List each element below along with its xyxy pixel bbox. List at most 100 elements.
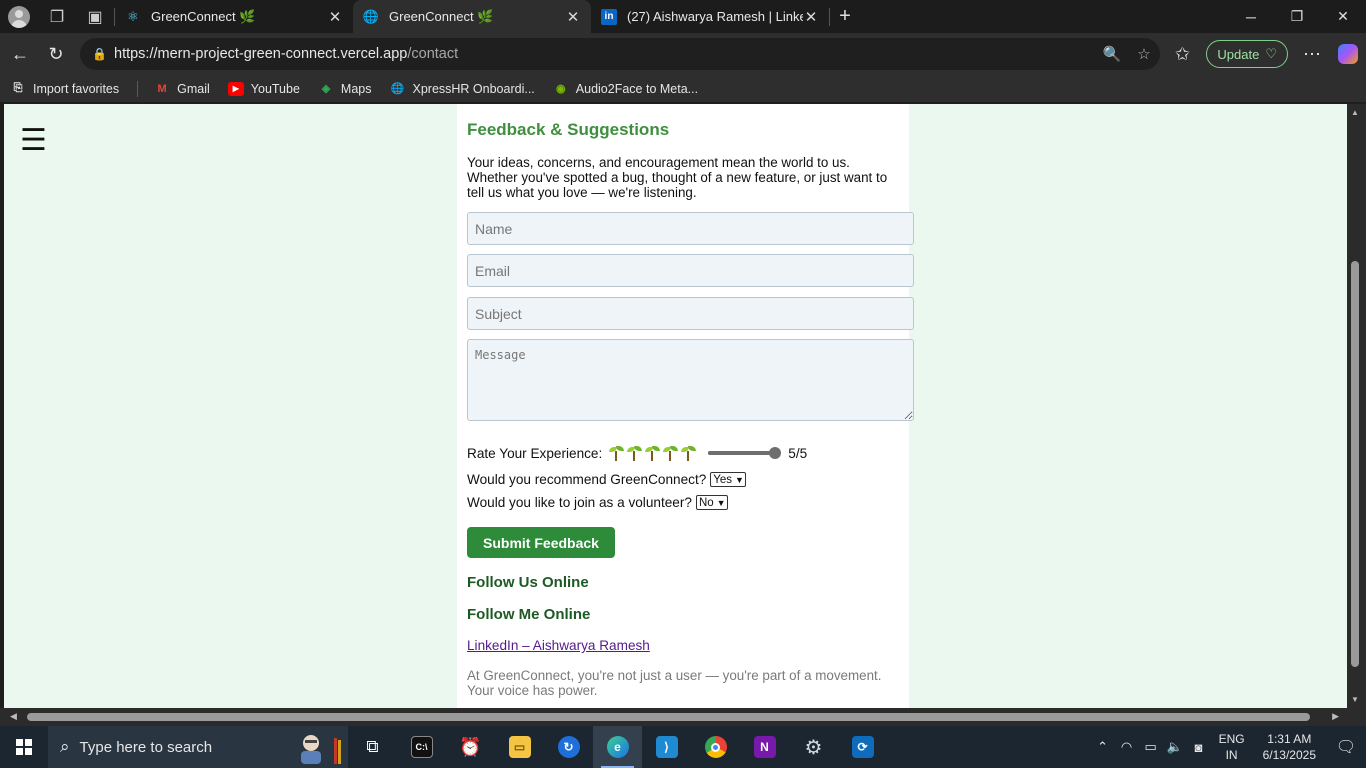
volunteer-label: Would you like to join as a volunteer?: [467, 495, 692, 510]
bookmark-xpresshr[interactable]: 🌐 XpressHR Onboardi...: [390, 82, 535, 96]
tab-greenconnect-1[interactable]: ⚛ GreenConnect 🌿 ✕: [115, 0, 353, 33]
feedback-card: Feedback & Suggestions Your ideas, conce…: [457, 104, 914, 708]
minimize-icon[interactable]: ─: [1228, 0, 1274, 33]
favorite-star-icon[interactable]: ☆: [1128, 45, 1160, 63]
feedback-heading: Feedback & Suggestions: [467, 120, 670, 139]
windows-logo-icon: [16, 739, 32, 755]
toolbar-right: ✩ Update ♡ ⋯: [1164, 33, 1366, 75]
profile-button[interactable]: [0, 0, 38, 33]
scroll-down-icon[interactable]: ▼: [1351, 695, 1359, 704]
vertical-scrollbar[interactable]: ▲ ▼: [1347, 104, 1366, 708]
search-icon: ⌕: [60, 737, 70, 756]
restore-icon[interactable]: ❐: [1274, 0, 1320, 33]
submit-feedback-button[interactable]: Submit Feedback: [467, 527, 615, 558]
remote-desktop-icon[interactable]: ⟳: [838, 726, 887, 768]
tab-actions-icon[interactable]: ▣: [76, 0, 114, 33]
scroll-right-icon[interactable]: ▶: [1332, 711, 1339, 722]
wifi-icon[interactable]: ◠: [1115, 739, 1139, 755]
tab-greenconnect-2[interactable]: 🌐 GreenConnect 🌿 ✕: [353, 0, 591, 33]
sprout-icon: [626, 445, 643, 461]
tab-linkedin[interactable]: in (27) Aishwarya Ramesh | LinkedIn ✕: [591, 0, 829, 33]
bookmark-divider: [137, 80, 139, 97]
sprout-icon: [644, 445, 661, 461]
new-tab-button[interactable]: +: [830, 5, 860, 28]
horizontal-scroll-thumb[interactable]: [27, 713, 1310, 721]
camera-icon[interactable]: ◙: [1187, 740, 1211, 755]
more-menu-icon[interactable]: ⋯: [1294, 38, 1330, 70]
chrome-icon[interactable]: [691, 726, 740, 768]
onenote-icon[interactable]: N: [740, 726, 789, 768]
file-explorer-icon[interactable]: ▭: [495, 726, 544, 768]
subject-input[interactable]: [467, 297, 914, 330]
name-input[interactable]: [467, 212, 914, 245]
start-button[interactable]: [0, 726, 48, 768]
navigation-bar: ← ↻ 🔒 https://mern-project-green-connect…: [0, 33, 1366, 75]
task-view-icon[interactable]: ⧉: [348, 726, 397, 768]
notifications-icon[interactable]: 🗨: [1326, 737, 1366, 757]
rating-slider[interactable]: [708, 445, 781, 461]
chevron-up-icon[interactable]: ⌃: [1091, 739, 1115, 755]
vscode-icon[interactable]: ⟩: [642, 726, 691, 768]
address-bar[interactable]: 🔒 https://mern-project-green-connect.ver…: [80, 38, 1160, 70]
settings-icon[interactable]: ⚙: [789, 726, 838, 768]
clock-time: 1:31 AM: [1267, 732, 1312, 746]
bookmark-gmail[interactable]: M Gmail: [154, 82, 210, 96]
bookmark-audio2face[interactable]: ◉ Audio2Face to Meta...: [553, 82, 698, 96]
tab-title: GreenConnect 🌿: [389, 8, 494, 24]
slider-thumb[interactable]: [768, 447, 781, 459]
vertical-scroll-thumb[interactable]: [1351, 261, 1359, 667]
edge-icon[interactable]: e: [593, 726, 642, 768]
email-input[interactable]: [467, 254, 914, 287]
taskbar-search[interactable]: ⌕ Type here to search: [48, 726, 348, 768]
language-indicator[interactable]: ENG IN: [1219, 731, 1245, 763]
rating-label: Rate Your Experience:: [467, 445, 603, 461]
bookmark-youtube[interactable]: ▶ YouTube: [227, 81, 300, 96]
close-tab-icon[interactable]: ✕: [327, 8, 343, 26]
gmail-icon: M: [157, 82, 167, 95]
close-tab-icon[interactable]: ✕: [803, 8, 819, 26]
favorites-icon[interactable]: ✩: [1164, 38, 1200, 70]
url-path: /contact: [407, 46, 459, 62]
hamburger-menu-icon[interactable]: ☰: [20, 126, 47, 156]
react-icon: ⚛: [127, 8, 139, 24]
terminal-icon[interactable]: C:\: [397, 726, 446, 768]
copilot-icon[interactable]: ↻: [544, 726, 593, 768]
bookmarks-bar: ⎘ Import favorites M Gmail ▶ YouTube ◈ Maps …: [0, 75, 1366, 102]
tab-title: GreenConnect 🌿: [151, 8, 256, 24]
linkedin-link[interactable]: LinkedIn – Aishwarya Ramesh: [467, 638, 650, 653]
battery-icon[interactable]: ▭: [1139, 739, 1163, 755]
chevron-down-icon: ▼: [735, 474, 744, 485]
url-text[interactable]: https://mern-project-green-connect.verce…: [114, 46, 1096, 62]
update-button[interactable]: Update ♡: [1206, 40, 1288, 68]
workspaces-icon[interactable]: ❐: [38, 0, 76, 33]
zoom-icon[interactable]: 🔍: [1096, 45, 1128, 63]
page-viewport: ☰ Feedback & Suggestions Your ideas, con…: [4, 104, 1347, 708]
volunteer-select[interactable]: No ▼: [695, 495, 728, 510]
clock[interactable]: 1:31 AM 6/13/2025: [1263, 731, 1316, 763]
bookmark-maps[interactable]: ◈ Maps: [318, 82, 372, 96]
recommend-select[interactable]: Yes ▼: [710, 472, 746, 487]
nvidia-icon: ◉: [555, 83, 566, 95]
close-window-icon[interactable]: ✕: [1320, 0, 1366, 33]
message-textarea[interactable]: [467, 339, 914, 421]
close-tab-icon[interactable]: ✕: [565, 8, 581, 26]
copilot-icon[interactable]: [1330, 38, 1366, 70]
sprout-rating-icons: [608, 445, 698, 461]
follow-me-heading: Follow Me Online: [467, 606, 591, 623]
recommend-row: Would you recommend GreenConnect? Yes ▼: [467, 472, 746, 487]
horizontal-scrollbar[interactable]: ◀ ▶: [0, 708, 1347, 726]
bookmark-import-favorites[interactable]: ⎘ Import favorites: [10, 81, 120, 96]
recommend-label: Would you recommend GreenConnect?: [467, 472, 707, 487]
bookmark-label: Audio2Face to Meta...: [575, 81, 699, 96]
scroll-left-icon[interactable]: ◀: [10, 711, 17, 722]
alarm-clock-icon[interactable]: ⏰: [446, 726, 495, 768]
volume-muted-icon[interactable]: 🔈: [1163, 739, 1187, 755]
refresh-icon[interactable]: ↻: [38, 38, 74, 70]
scroll-corner: [1347, 708, 1366, 726]
recommend-value: Yes: [713, 473, 733, 486]
scroll-up-icon[interactable]: ▲: [1351, 108, 1359, 117]
back-icon[interactable]: ←: [2, 38, 38, 70]
site-info-icon[interactable]: 🔒: [92, 47, 114, 61]
footer-note: At GreenConnect, you're not just a user …: [467, 668, 882, 698]
bookmark-label: Import favorites: [33, 81, 120, 96]
